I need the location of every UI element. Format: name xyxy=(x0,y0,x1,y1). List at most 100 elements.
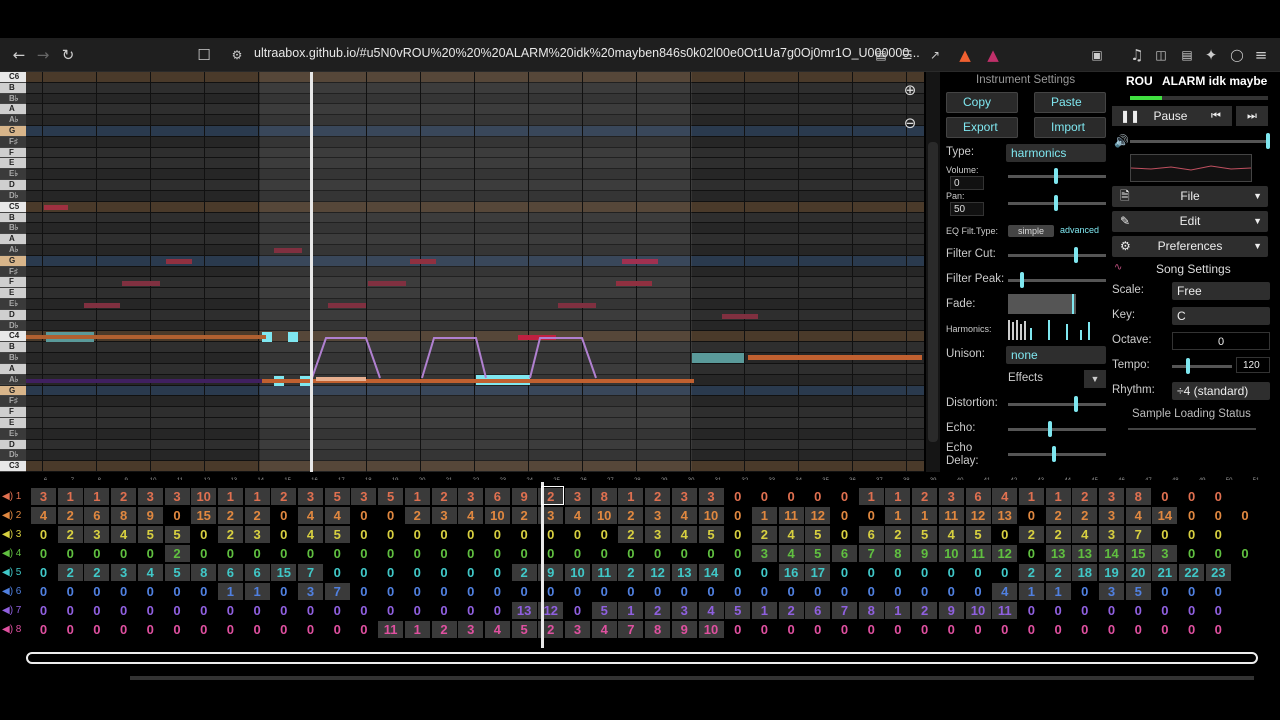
scale-select[interactable]: Free xyxy=(1172,282,1270,300)
pattern-cell[interactable]: 0 xyxy=(351,564,376,581)
pattern-cell[interactable]: 6 xyxy=(965,488,991,505)
preferences-menu[interactable]: ⚙ Preferences ▼ xyxy=(1112,236,1268,257)
pattern-cell[interactable]: 0 xyxy=(325,564,350,581)
pattern-cell[interactable]: 3 xyxy=(244,526,270,543)
pattern-cell[interactable]: 0 xyxy=(779,621,804,638)
piano-key[interactable]: F xyxy=(0,147,26,159)
pattern-cell[interactable]: 21 xyxy=(1152,564,1178,581)
pattern-cell[interactable]: 4 xyxy=(938,526,964,543)
pattern-cell[interactable]: 0 xyxy=(84,545,109,562)
pattern-cell[interactable]: 1 xyxy=(885,488,911,505)
music-icon[interactable]: ♫ xyxy=(1128,46,1146,64)
piano-key[interactable]: D♭ xyxy=(0,450,26,462)
pattern-cell[interactable]: 3 xyxy=(458,621,484,638)
back-icon[interactable]: ← xyxy=(10,46,28,64)
pattern-cell[interactable]: 2 xyxy=(57,526,83,543)
pattern-cell[interactable]: 1 xyxy=(84,488,110,505)
pattern-cell[interactable]: 0 xyxy=(405,602,430,619)
eq-advanced-toggle[interactable]: advanced xyxy=(1060,225,1099,235)
pattern-cell[interactable]: 0 xyxy=(84,602,109,619)
pattern-cell[interactable]: 0 xyxy=(832,488,857,505)
pattern-cell[interactable]: 0 xyxy=(645,583,670,600)
pattern-cell[interactable]: 0 xyxy=(58,621,83,638)
pattern-cell[interactable]: 11 xyxy=(965,545,991,562)
piano-key[interactable]: A♭ xyxy=(0,374,26,386)
pattern-cell[interactable]: 0 xyxy=(752,621,777,638)
pattern-cell[interactable]: 8 xyxy=(591,488,617,505)
unison-select[interactable]: none xyxy=(1006,346,1106,364)
pattern-cell[interactable]: 3 xyxy=(431,507,457,524)
pattern-cell[interactable]: 9 xyxy=(912,545,938,562)
pattern-cell[interactable]: 0 xyxy=(31,545,56,562)
eq-simple-toggle[interactable]: simple xyxy=(1008,225,1054,237)
pattern-cell[interactable]: 14 xyxy=(1152,507,1178,524)
pattern-cell[interactable]: 4 xyxy=(992,583,1018,600)
pattern-cell[interactable]: 14 xyxy=(698,564,724,581)
pattern-cell[interactable]: 0 xyxy=(31,602,56,619)
pattern-cell[interactable]: 5 xyxy=(324,488,350,505)
pattern-cell[interactable]: 0 xyxy=(1099,602,1124,619)
pattern-cell[interactable]: 4 xyxy=(591,621,617,638)
pattern-cell[interactable]: 2 xyxy=(511,564,537,581)
pattern-cell[interactable]: 0 xyxy=(1233,545,1258,562)
channel-mute-toggle[interactable]: ◀) 3 xyxy=(2,525,28,544)
pattern-cell[interactable]: 8 xyxy=(111,507,137,524)
pattern-cell[interactable]: 0 xyxy=(31,564,56,581)
pattern-cell[interactable]: 0 xyxy=(485,564,510,581)
pattern-cell[interactable]: 0 xyxy=(138,545,163,562)
pattern-cell[interactable]: 0 xyxy=(752,564,777,581)
forward-icon[interactable]: → xyxy=(34,46,52,64)
pattern-cell[interactable]: 3 xyxy=(351,488,377,505)
pattern-cell[interactable]: 0 xyxy=(1179,545,1204,562)
pattern-cell[interactable]: 0 xyxy=(138,621,163,638)
pattern-cell[interactable]: 13 xyxy=(1045,545,1071,562)
pattern-cell[interactable]: 0 xyxy=(992,526,1017,543)
pattern-cell[interactable]: 1 xyxy=(618,488,644,505)
pattern-editor[interactable]: ◀) 1 3 1 1 2 3 3 10 1 1 2 3 5 3 5 1 2 3 6 9 2 3 8 1 2 3 3 0 0 0 0 0 1 1 2 3… xyxy=(0,480,1264,652)
pattern-cell[interactable]: 0 xyxy=(271,545,296,562)
translate-icon[interactable]: ▤ xyxy=(872,46,890,64)
piano-key[interactable]: C6 xyxy=(0,72,26,83)
pattern-cell[interactable]: 0 xyxy=(111,583,136,600)
pattern-cell[interactable]: 18 xyxy=(1072,564,1098,581)
pattern-cell[interactable]: 3 xyxy=(698,488,724,505)
pattern-cell[interactable]: 0 xyxy=(165,507,190,524)
piano-key[interactable]: D♭ xyxy=(0,320,26,332)
echo-slider[interactable] xyxy=(1008,421,1106,437)
pattern-cell[interactable]: 1 xyxy=(244,583,270,600)
pattern-cell[interactable]: 0 xyxy=(859,583,884,600)
pattern-cell[interactable]: 0 xyxy=(58,545,83,562)
pattern-cell[interactable]: 8 xyxy=(191,564,217,581)
pattern-cell[interactable]: 0 xyxy=(84,583,109,600)
pattern-cell[interactable]: 2 xyxy=(645,602,671,619)
pattern-cell[interactable]: 0 xyxy=(939,564,964,581)
pattern-cell[interactable]: 10 xyxy=(965,602,991,619)
pattern-cell[interactable]: 0 xyxy=(191,545,216,562)
pattern-cell[interactable]: 0 xyxy=(725,564,750,581)
pattern-cell[interactable]: 6 xyxy=(832,545,857,562)
pattern-cell[interactable]: 2 xyxy=(244,507,270,524)
type-select[interactable]: harmonics xyxy=(1006,144,1106,162)
pattern-cell[interactable]: 0 xyxy=(1072,602,1097,619)
pattern-cell[interactable]: 15 xyxy=(1125,545,1151,562)
pattern-cell[interactable]: 8 xyxy=(858,602,884,619)
pattern-cell[interactable]: 0 xyxy=(1206,526,1231,543)
piano-key[interactable]: A xyxy=(0,234,26,245)
pattern-cell[interactable]: 5 xyxy=(324,526,350,543)
pattern-cell[interactable]: 0 xyxy=(351,621,376,638)
pattern-cell[interactable]: 0 xyxy=(191,621,216,638)
pattern-cell[interactable]: 0 xyxy=(1206,488,1231,505)
pattern-cell[interactable]: 5 xyxy=(698,526,724,543)
pattern-cell[interactable]: 0 xyxy=(645,545,670,562)
pattern-cell[interactable]: 5 xyxy=(511,621,537,638)
pattern-cell[interactable]: 4 xyxy=(298,526,323,543)
filter-cut-slider[interactable] xyxy=(1008,247,1106,263)
pattern-cell[interactable]: 3 xyxy=(1099,526,1124,543)
pattern-cell[interactable]: 0 xyxy=(992,621,1017,638)
pattern-cell[interactable]: 10 xyxy=(191,488,217,505)
pattern-cell[interactable]: 0 xyxy=(1233,507,1258,524)
pattern-cell[interactable]: 6 xyxy=(484,488,510,505)
pattern-cell[interactable]: 4 xyxy=(671,507,697,524)
distortion-slider[interactable] xyxy=(1008,396,1106,412)
pattern-cell[interactable]: 0 xyxy=(1179,583,1204,600)
